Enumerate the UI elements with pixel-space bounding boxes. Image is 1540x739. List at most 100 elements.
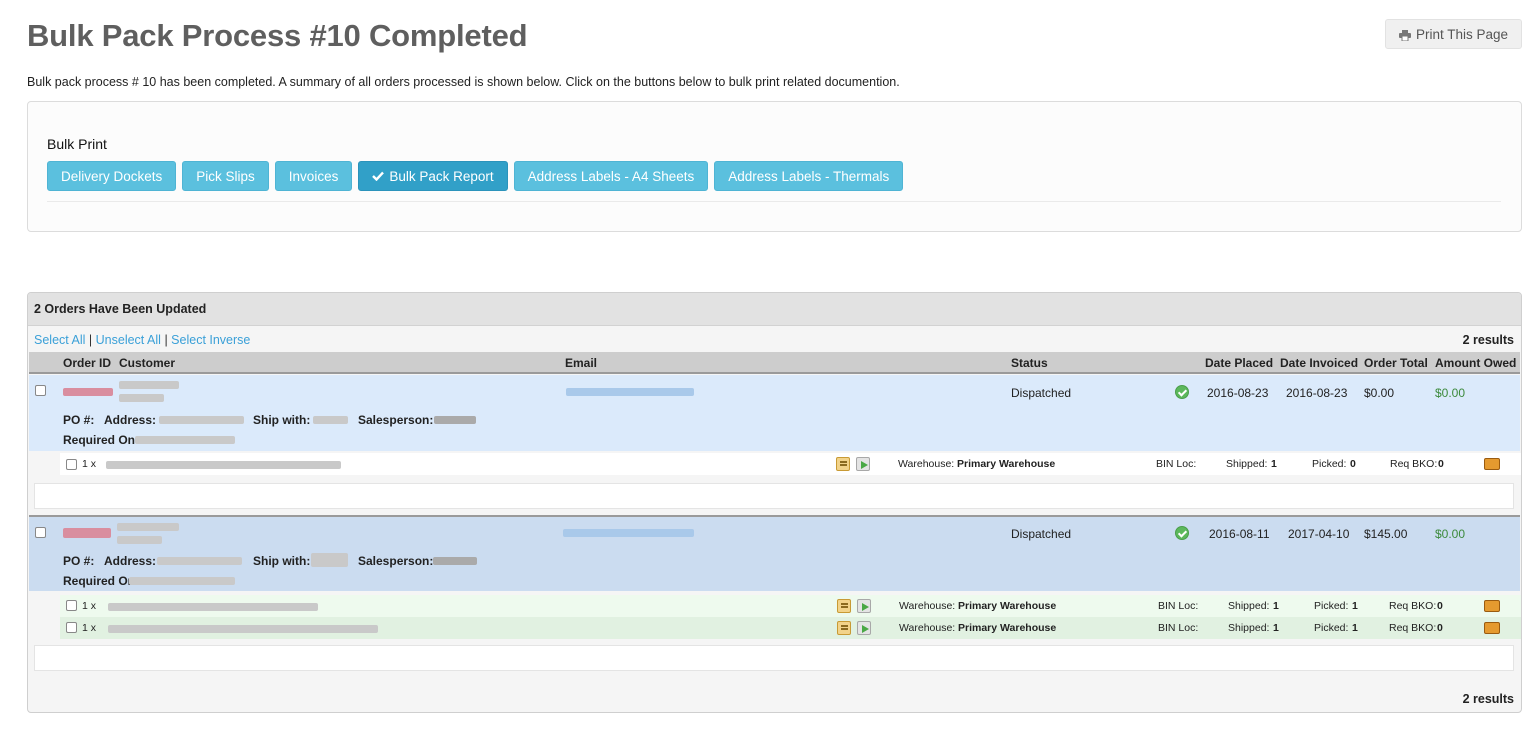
selection-links: Select All | Unselect All | Select Inver… bbox=[34, 333, 251, 347]
orders-header: 2 Orders Have Been Updated bbox=[28, 293, 1521, 326]
redacted-order-id bbox=[63, 528, 111, 538]
redacted-customer bbox=[119, 381, 179, 389]
line-qty: 1 x bbox=[82, 622, 97, 634]
warehouse-label: Warehouse: bbox=[899, 600, 956, 612]
picked-value: 0 bbox=[1350, 458, 1356, 470]
picked-value: 1 bbox=[1352, 600, 1358, 612]
address-label: Address: bbox=[104, 413, 157, 427]
print-page-button[interactable]: Print This Page bbox=[1385, 19, 1522, 49]
redacted-salesperson bbox=[434, 416, 476, 424]
notes-icon[interactable] bbox=[837, 599, 851, 613]
date-placed: 2016-08-23 bbox=[1207, 386, 1269, 400]
arrow-right-icon[interactable] bbox=[857, 599, 871, 613]
select-inverse-link[interactable]: Select Inverse bbox=[171, 333, 250, 347]
box-icon[interactable] bbox=[1484, 622, 1500, 634]
bulk-print-label: Bulk Print bbox=[47, 136, 107, 152]
order-spacer bbox=[34, 483, 1514, 509]
redacted-address bbox=[157, 557, 242, 565]
col-customer[interactable]: Customer bbox=[119, 356, 175, 370]
shipped-label: Shipped: bbox=[1228, 600, 1270, 612]
notes-icon[interactable] bbox=[836, 457, 850, 471]
arrow-right-icon[interactable] bbox=[857, 621, 871, 635]
line-item-checkbox[interactable] bbox=[66, 600, 77, 611]
line-qty: 1 x bbox=[82, 458, 97, 470]
order-status: Dispatched bbox=[1011, 527, 1072, 541]
invoices-button[interactable]: Invoices bbox=[274, 161, 353, 191]
redacted-email-link[interactable] bbox=[563, 529, 694, 537]
date-invoiced: 2017-04-10 bbox=[1288, 527, 1350, 541]
line-item-row: 1 x Warehouse: Primary Warehouse BIN Loc… bbox=[60, 595, 1521, 617]
picked-label: Picked: bbox=[1312, 458, 1347, 470]
col-status[interactable]: Status bbox=[1011, 356, 1048, 370]
order-row: Dispatched 2016-08-23 2016-08-23 $0.00 $… bbox=[29, 375, 1520, 451]
print-page-label: Print This Page bbox=[1415, 26, 1509, 42]
picked-label: Picked: bbox=[1314, 622, 1349, 634]
order-checkbox[interactable] bbox=[35, 385, 46, 396]
redacted-email-link[interactable] bbox=[566, 388, 694, 396]
po-label: PO #: bbox=[63, 554, 95, 568]
shipped-label: Shipped: bbox=[1226, 458, 1268, 470]
results-count-top: 2 results bbox=[1462, 333, 1514, 347]
date-invoiced: 2016-08-23 bbox=[1286, 386, 1348, 400]
redacted-order-id bbox=[63, 388, 113, 396]
col-date-placed[interactable]: Date Placed bbox=[1205, 356, 1273, 370]
req-bko-value: 0 bbox=[1438, 458, 1444, 470]
redacted-customer bbox=[119, 394, 164, 402]
arrow-right-icon[interactable] bbox=[856, 457, 870, 471]
address-label: Address: bbox=[104, 554, 157, 568]
bulk-pack-report-button[interactable]: Bulk Pack Report bbox=[358, 161, 508, 191]
warehouse-value: Primary Warehouse bbox=[958, 622, 1057, 634]
address-labels-thermals-button[interactable]: Address Labels - Thermals bbox=[714, 161, 904, 191]
results-count-bottom: 2 results bbox=[1462, 692, 1514, 706]
req-bko-label: Req BKO: bbox=[1390, 458, 1438, 470]
req-bko-label: Req BKO: bbox=[1389, 622, 1437, 634]
po-label: PO #: bbox=[63, 413, 95, 427]
col-order-id[interactable]: Order ID bbox=[63, 356, 111, 370]
shipped-value: 1 bbox=[1273, 600, 1279, 612]
order-row: Dispatched 2016-08-11 2017-04-10 $145.00… bbox=[29, 515, 1520, 591]
printer-icon bbox=[1398, 29, 1411, 41]
redacted-required-on bbox=[135, 436, 235, 444]
notes-icon[interactable] bbox=[837, 621, 851, 635]
order-checkbox[interactable] bbox=[35, 527, 46, 538]
picked-label: Picked: bbox=[1314, 600, 1349, 612]
line-item-row: 1 x Warehouse: Primary Warehouse BIN Loc… bbox=[60, 453, 1521, 475]
address-labels-a4-button[interactable]: Address Labels - A4 Sheets bbox=[513, 161, 709, 191]
checkmark-icon bbox=[372, 171, 385, 181]
line-item-checkbox[interactable] bbox=[66, 622, 77, 633]
line-item-row: 1 x Warehouse: Primary Warehouse BIN Loc… bbox=[60, 617, 1521, 639]
order-status: Dispatched bbox=[1011, 386, 1072, 400]
ship-with-label: Ship with: bbox=[253, 413, 311, 427]
order-spacer bbox=[34, 645, 1514, 671]
delivery-dockets-button[interactable]: Delivery Dockets bbox=[47, 161, 177, 191]
unselect-all-link[interactable]: Unselect All bbox=[96, 333, 161, 347]
salesperson-label: Salesperson: bbox=[358, 554, 434, 568]
warehouse-value: Primary Warehouse bbox=[957, 458, 1056, 470]
intro-text: Bulk pack process # 10 has been complete… bbox=[27, 75, 900, 89]
required-on-label: Required On bbox=[63, 574, 136, 588]
salesperson-label: Salesperson: bbox=[358, 413, 434, 427]
picked-value: 1 bbox=[1352, 622, 1358, 634]
col-order-total[interactable]: Order Total bbox=[1364, 356, 1428, 370]
amount-owed: $0.00 bbox=[1435, 386, 1466, 400]
check-circle-icon bbox=[1175, 526, 1189, 540]
required-on-label: Required On bbox=[63, 433, 136, 447]
col-amount-owed[interactable]: Amount Owed bbox=[1435, 356, 1516, 370]
box-icon[interactable] bbox=[1484, 458, 1500, 470]
column-headers: Order ID Customer Email Status Date Plac… bbox=[29, 352, 1520, 374]
order-total: $0.00 bbox=[1364, 386, 1395, 400]
req-bko-label: Req BKO: bbox=[1389, 600, 1437, 612]
line-item-checkbox[interactable] bbox=[66, 459, 77, 470]
warehouse-label: Warehouse: bbox=[898, 458, 955, 470]
line-qty: 1 x bbox=[82, 600, 97, 612]
redacted-customer bbox=[117, 536, 162, 544]
col-email[interactable]: Email bbox=[565, 356, 597, 370]
redacted-ship-with bbox=[311, 553, 348, 567]
select-all-link[interactable]: Select All bbox=[34, 333, 85, 347]
page-title: Bulk Pack Process #10 Completed bbox=[27, 18, 528, 53]
bin-loc-label: BIN Loc: bbox=[1156, 458, 1197, 470]
box-icon[interactable] bbox=[1484, 600, 1500, 612]
redacted-required-on bbox=[129, 577, 235, 585]
pick-slips-button[interactable]: Pick Slips bbox=[182, 161, 269, 191]
col-date-invoiced[interactable]: Date Invoiced bbox=[1280, 356, 1358, 370]
